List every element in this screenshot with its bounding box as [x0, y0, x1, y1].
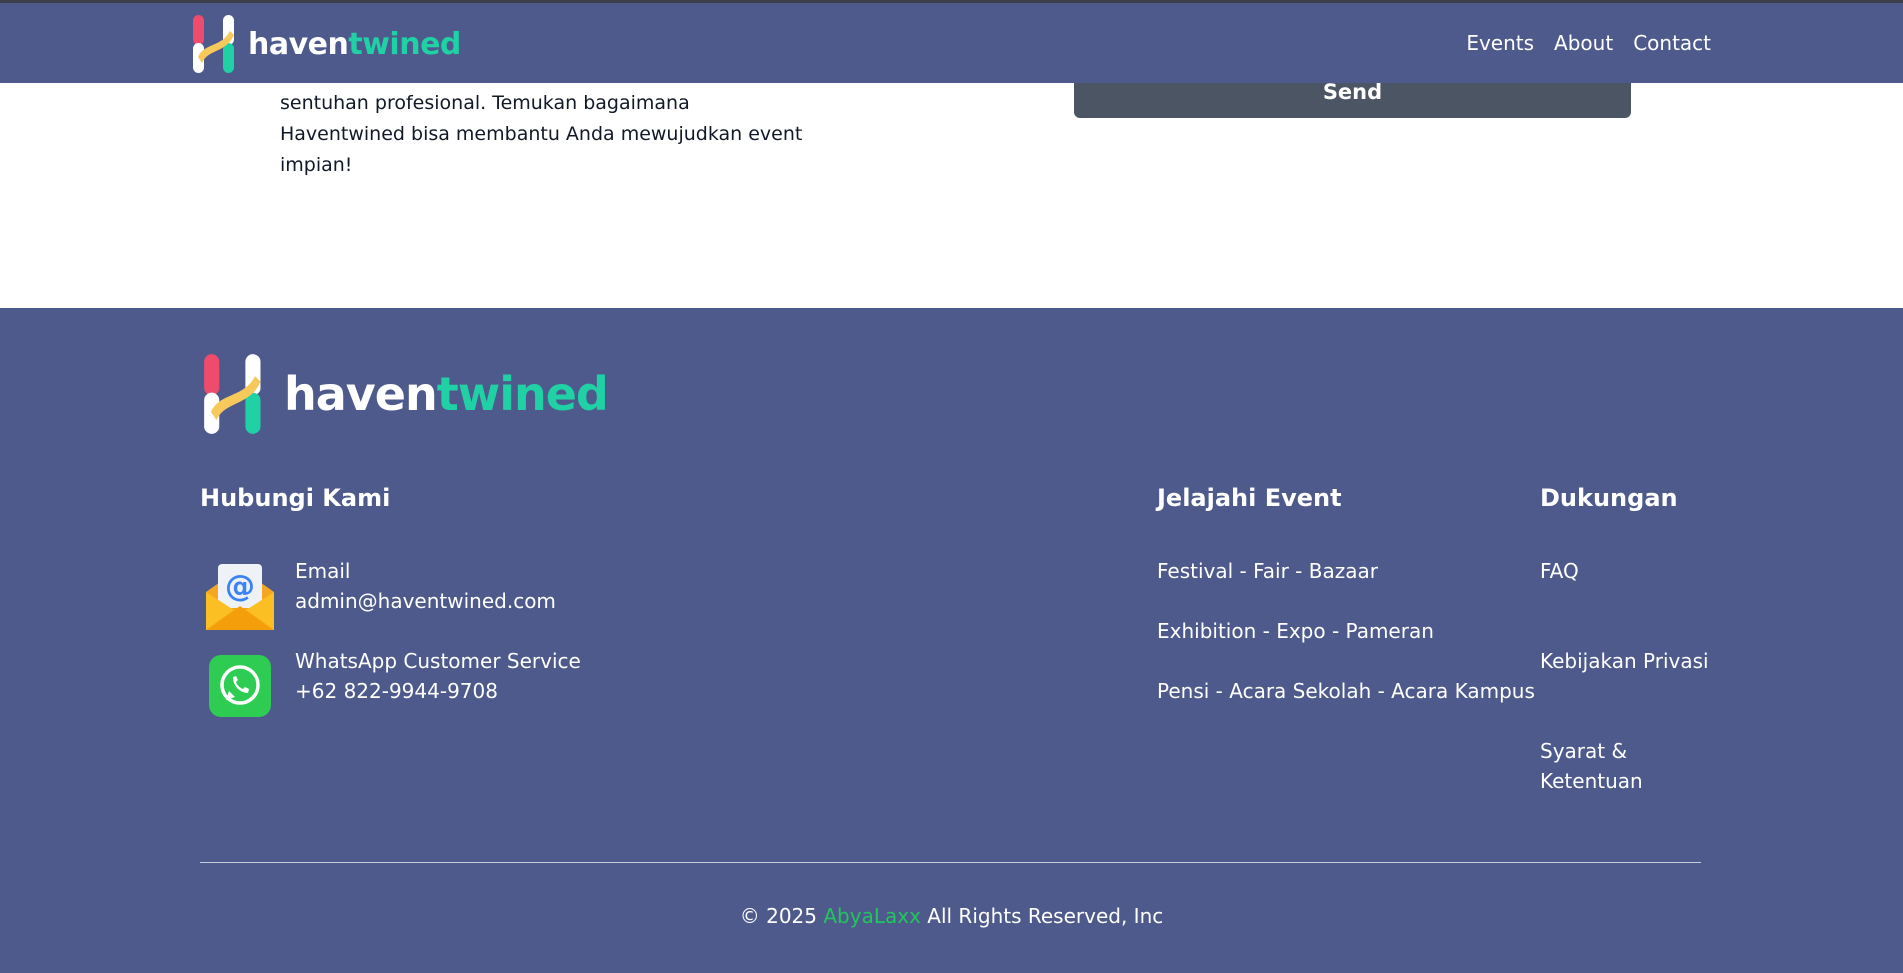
nav-link-contact[interactable]: Contact [1633, 31, 1711, 55]
support-title: Dukungan [1540, 484, 1678, 512]
explore-title: Jelajahi Event [1157, 484, 1342, 512]
email-text: Email admin@haventwined.com [295, 556, 556, 616]
footer: haventwined Hubungi Kami @ Email admin@h… [0, 308, 1903, 973]
navbar-logo[interactable]: haventwined [190, 13, 461, 75]
navbar: haventwined Events About Contact [0, 3, 1903, 83]
footer-logo[interactable]: haventwined [200, 348, 609, 440]
brand-part-haven: haven [284, 367, 438, 421]
nav-links: Events About Contact [1466, 31, 1711, 55]
brand-part-haven: haven [248, 26, 349, 62]
support-link-privacy[interactable]: Kebijakan Privasi [1540, 646, 1709, 676]
email-label: Email [295, 559, 351, 583]
copyright-brand[interactable]: AbyaLaxx [823, 904, 921, 928]
contact-email[interactable]: @ Email admin@haventwined.com [200, 556, 556, 636]
whatsapp-label: WhatsApp Customer Service [295, 649, 581, 673]
intro-description: sentuhan profesional. Temukan bagaimana … [280, 92, 803, 176]
svg-text:@: @ [225, 569, 255, 604]
explore-link-festival[interactable]: Festival - Fair - Bazaar [1157, 556, 1378, 586]
whatsapp-icon [209, 655, 271, 717]
email-value[interactable]: admin@haventwined.com [295, 586, 556, 616]
brand-part-twined: twined [436, 367, 609, 421]
brand-part-twined: twined [348, 26, 461, 62]
haventwined-logo-icon [204, 354, 261, 434]
email-envelope-icon: @ [206, 564, 274, 630]
support-link-terms[interactable]: Syarat & Ketentuan [1540, 736, 1670, 796]
contact-whatsapp[interactable]: WhatsApp Customer Service +62 822-9944-9… [200, 646, 581, 726]
contact-title: Hubungi Kami [200, 484, 391, 512]
explore-link-pensi[interactable]: Pensi - Acara Sekolah - Acara Kampus [1157, 676, 1535, 706]
nav-link-events[interactable]: Events [1466, 31, 1534, 55]
support-link-faq[interactable]: FAQ [1540, 556, 1579, 586]
explore-link-exhibition[interactable]: Exhibition - Expo - Pameran [1157, 616, 1434, 646]
footer-brand-name: haventwined [284, 367, 609, 421]
haventwined-logo-icon [193, 15, 234, 73]
copyright: © 2025 AbyaLaxx All Rights Reserved, Inc [0, 904, 1903, 928]
whatsapp-text: WhatsApp Customer Service +62 822-9944-9… [295, 646, 581, 706]
footer-divider [200, 862, 1701, 863]
navbar-brand-name: haventwined [248, 27, 461, 62]
copyright-suffix: All Rights Reserved, Inc [927, 904, 1164, 928]
nav-link-about[interactable]: About [1554, 31, 1613, 55]
copyright-prefix: © 2025 [739, 904, 818, 928]
whatsapp-value[interactable]: +62 822-9944-9708 [295, 676, 581, 706]
